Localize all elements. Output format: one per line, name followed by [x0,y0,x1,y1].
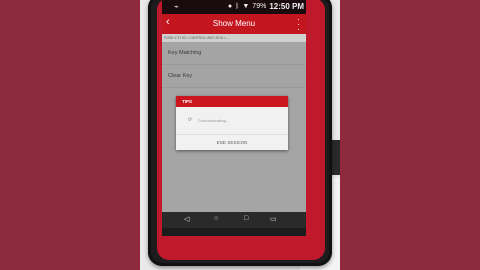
breadcrumb: FORD V 37.00 > CONTROL UNIT, 2019 > ... [162,34,306,42]
wifi-icon: ▼ [242,3,250,10]
usb-icon: ⌁ [174,2,179,11]
dialog-message: Communicating... [198,118,230,123]
back-triangle-icon[interactable]: ◁ [184,215,189,223]
status-bar: ⌁ ● ᛒ ▼ 79% 12:50 PM [162,0,306,14]
device-screen: ⌁ ● ᛒ ▼ 79% 12:50 PM ‹ Show Menu · · · FOR… [162,0,306,236]
dialog-title: TIPS [176,96,288,107]
battery-level: 79% [252,3,267,10]
page-title: Show Menu [212,19,256,28]
location-icon: ● [227,3,233,10]
clock: 12:50 PM [269,2,304,11]
title-bar: ‹ Show Menu · · · [162,14,306,34]
end-session-button[interactable]: END SESSION [176,134,288,151]
recent-square-icon[interactable]: □ [244,215,248,222]
tips-dialog: TIPS ⟳ Communicating... END SESSION [176,96,288,150]
home-circle-icon[interactable]: ○ [214,215,218,222]
screenshot-icon[interactable]: ▭ [270,215,277,223]
more-vertical-icon[interactable]: · · · [297,15,300,34]
screen-bezel-bottom [162,228,306,236]
android-nav-bar: ◁ ○ □ ▭ [162,212,306,228]
loading-spinner-icon: ⟳ [188,117,193,123]
bluetooth-icon: ᛒ [235,3,240,10]
